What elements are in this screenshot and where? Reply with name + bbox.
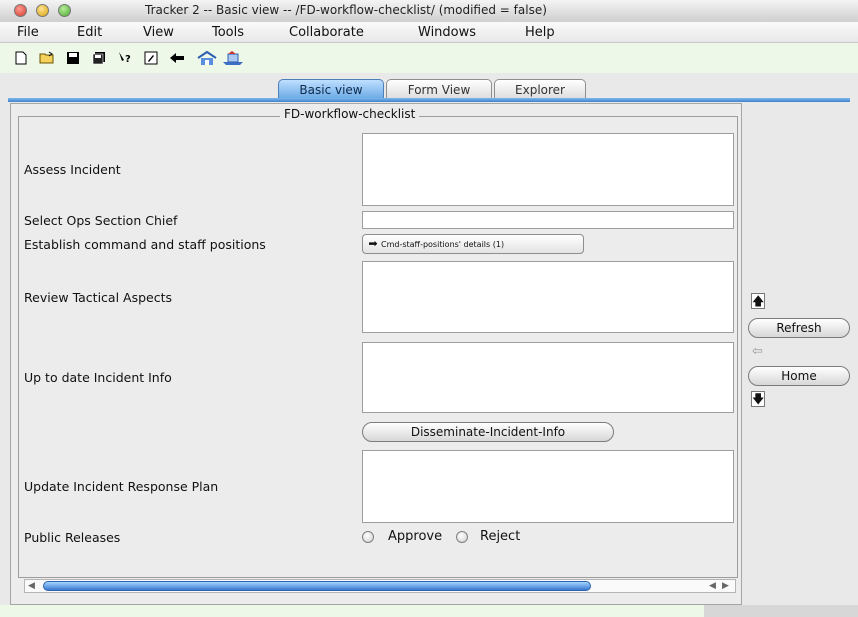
label-public-releases: Public Releases bbox=[24, 530, 121, 545]
down-arrow-icon[interactable]: 🡇 bbox=[751, 391, 765, 407]
disseminate-button[interactable]: Disseminate-Incident-Info bbox=[362, 422, 614, 442]
toolbar: ? bbox=[0, 43, 858, 73]
menu-file[interactable]: File bbox=[17, 25, 39, 40]
assess-incident-textarea[interactable] bbox=[362, 133, 734, 206]
open-folder-icon[interactable] bbox=[38, 49, 56, 67]
window-title: Tracker 2 -- Basic view -- /FD-workflow-… bbox=[145, 3, 547, 17]
menu-view[interactable]: View bbox=[143, 25, 174, 40]
back-arrow-icon[interactable] bbox=[168, 49, 186, 67]
home-button[interactable]: Home bbox=[748, 366, 850, 386]
menu-collaborate[interactable]: Collaborate bbox=[289, 25, 364, 40]
menu-tools[interactable]: Tools bbox=[212, 25, 244, 40]
minimize-window-button[interactable] bbox=[36, 4, 49, 17]
title-bar: Tracker 2 -- Basic view -- /FD-workflow-… bbox=[0, 0, 858, 23]
label-review-tactical: Review Tactical Aspects bbox=[24, 290, 172, 305]
resize-area[interactable] bbox=[704, 605, 858, 617]
save-all-icon[interactable] bbox=[90, 49, 108, 67]
incident-info-textarea[interactable] bbox=[362, 342, 734, 413]
refresh-button[interactable]: Refresh bbox=[748, 318, 850, 338]
label-select-ops: Select Ops Section Chief bbox=[24, 213, 178, 228]
label-up-to-date: Up to date Incident Info bbox=[24, 370, 172, 385]
save-icon[interactable] bbox=[64, 49, 82, 67]
menu-windows[interactable]: Windows bbox=[418, 25, 476, 40]
label-assess-incident: Assess Incident bbox=[24, 162, 121, 177]
arrow-right-icon: ➡ bbox=[368, 237, 378, 250]
cmd-staff-details-button[interactable]: ➡ Cmd-staff-positions' details (1) bbox=[362, 234, 584, 254]
svg-text:?: ? bbox=[125, 54, 131, 65]
scroll-left-icon[interactable]: ◀ bbox=[28, 580, 35, 592]
view-tabs: Basic view Form View Explorer bbox=[0, 75, 858, 99]
reject-label: Reject bbox=[480, 529, 521, 544]
reject-radio[interactable] bbox=[456, 531, 468, 543]
edit-document-icon[interactable] bbox=[142, 49, 160, 67]
scroll-left-arrow-icon[interactable]: ◀ bbox=[709, 580, 716, 592]
group-title: FD-workflow-checklist bbox=[280, 107, 420, 121]
label-update-plan: Update Incident Response Plan bbox=[24, 479, 219, 494]
label-establish-command: Establish command and staff positions bbox=[24, 237, 266, 252]
close-window-button[interactable] bbox=[14, 4, 27, 17]
tab-form-view[interactable]: Form View bbox=[386, 79, 492, 99]
menu-help[interactable]: Help bbox=[525, 25, 555, 40]
help-cursor-icon[interactable]: ? bbox=[116, 49, 134, 67]
tab-underline bbox=[8, 98, 850, 102]
menu-edit[interactable]: Edit bbox=[77, 25, 102, 40]
new-document-icon[interactable] bbox=[12, 49, 30, 67]
gray-left-arrow-icon: ⇦ bbox=[752, 344, 763, 359]
horizontal-scrollbar[interactable]: ◀ ◀ ▶ bbox=[24, 579, 736, 593]
tab-explorer[interactable]: Explorer bbox=[494, 79, 586, 99]
cmd-staff-details-label: Cmd-staff-positions' details (1) bbox=[381, 240, 505, 249]
approve-label: Approve bbox=[388, 529, 443, 544]
tab-basic-view[interactable]: Basic view bbox=[278, 79, 384, 99]
select-ops-field[interactable] bbox=[362, 211, 734, 229]
scroll-right-icon[interactable]: ▶ bbox=[722, 580, 729, 592]
zoom-window-button[interactable] bbox=[58, 4, 71, 17]
menu-bar: File Edit View Tools Collaborate Windows… bbox=[0, 22, 858, 43]
up-arrow-icon[interactable]: 🡅 bbox=[751, 293, 765, 309]
approve-radio[interactable] bbox=[362, 531, 374, 543]
review-tactical-textarea[interactable] bbox=[362, 261, 734, 333]
horizontal-scroll-thumb[interactable] bbox=[43, 581, 591, 591]
update-plan-textarea[interactable] bbox=[362, 450, 734, 523]
send-icon[interactable] bbox=[222, 49, 244, 67]
home-icon[interactable] bbox=[196, 49, 218, 67]
